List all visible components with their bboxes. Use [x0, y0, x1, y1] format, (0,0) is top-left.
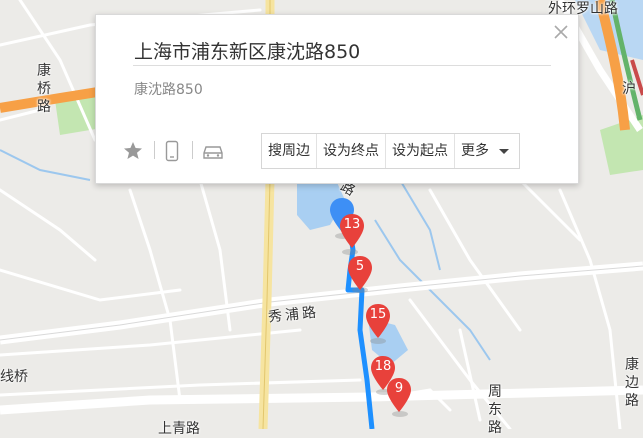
close-icon[interactable]	[552, 23, 570, 41]
marker-label: 9	[394, 381, 404, 396]
marker-13[interactable]: 13	[337, 212, 367, 250]
road-label-kangbian: 康边路	[625, 357, 639, 409]
place-info-popup: 上海市浦东新区康沈路850 康沈路850 搜周边 设为终点 设为起点 更多	[95, 14, 579, 184]
set-destination-button[interactable]: 设为终点	[317, 134, 386, 168]
marker-label: 5	[355, 259, 365, 274]
marker-label: 18	[374, 359, 392, 374]
divider	[154, 141, 155, 159]
title-divider	[133, 65, 551, 66]
action-bar: 搜周边 设为终点 设为起点 更多	[261, 133, 520, 169]
set-origin-button[interactable]: 设为起点	[386, 134, 455, 168]
place-title: 上海市浦东新区康沈路850	[134, 41, 361, 63]
marker-label: 15	[369, 307, 387, 322]
road-label-kangqiao: 康桥路	[37, 63, 51, 115]
place-subtitle: 康沈路850	[134, 82, 203, 98]
chevron-down-icon	[499, 148, 509, 154]
marker-5[interactable]: 5	[345, 254, 375, 292]
phone-icon[interactable]	[160, 139, 184, 163]
car-icon[interactable]	[200, 139, 224, 163]
search-nearby-button[interactable]: 搜周边	[262, 134, 317, 168]
star-icon[interactable]	[121, 139, 145, 163]
road-label-xian-bridge: 线桥	[0, 369, 28, 385]
marker-15[interactable]: 15	[363, 302, 393, 340]
marker-label: 13	[343, 217, 361, 232]
divider	[192, 141, 193, 159]
more-button[interactable]: 更多	[455, 134, 519, 168]
marker-9[interactable]: 9	[384, 376, 414, 414]
more-label: 更多	[461, 143, 489, 159]
road-label-bottom: 上青路	[158, 421, 200, 437]
road-label-hu: 沪	[622, 81, 636, 97]
